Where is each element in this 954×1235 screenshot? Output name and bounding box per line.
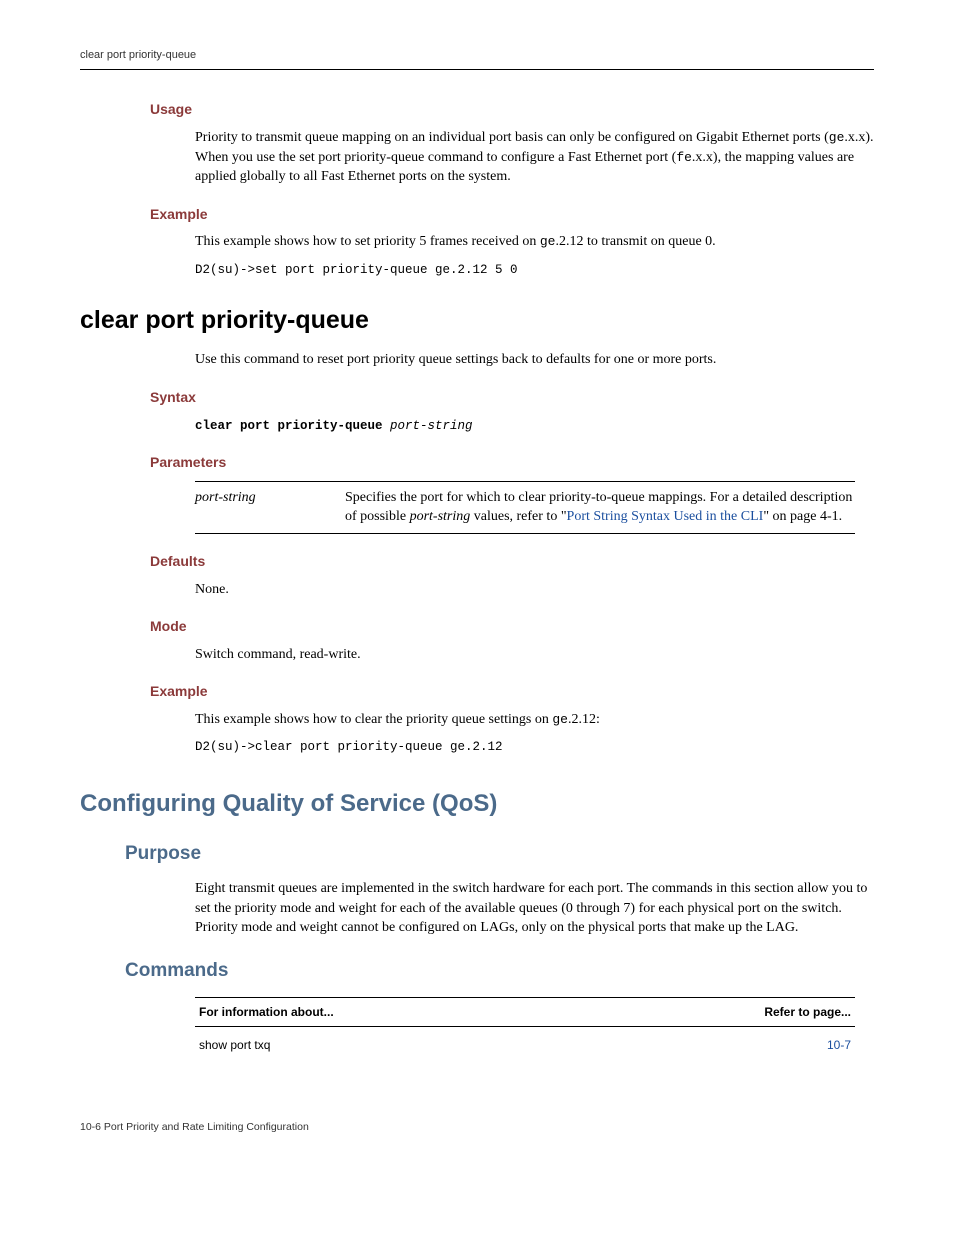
clear-intro: Use this command to reset port priority …	[195, 350, 874, 370]
table-row: show port txq 10-7	[195, 1027, 855, 1060]
param-desc-ital: port‑string	[410, 509, 471, 524]
example2-code: D2(su)->clear port priority-queue ge.2.1…	[195, 739, 874, 757]
usage-inline-ge: ge	[829, 130, 845, 145]
mode-heading: Mode	[150, 617, 874, 637]
syntax-heading: Syntax	[150, 388, 874, 408]
usage-text: Priority to transmit queue mapping on an…	[195, 130, 829, 145]
port-string-syntax-link[interactable]: Port String Syntax Used in the CLI	[567, 509, 764, 524]
example-paragraph: This example shows how to set priority 5…	[195, 232, 874, 252]
param-desc-text: " on page 4‑1.	[763, 509, 842, 524]
command-name: show port txq	[195, 1027, 592, 1060]
commands-heading: Commands	[125, 958, 874, 985]
parameters-heading: Parameters	[150, 453, 874, 473]
usage-paragraph: Priority to transmit queue mapping on an…	[195, 128, 874, 187]
parameter-description: Specifies the port for which to clear pr…	[345, 488, 855, 527]
usage-inline-fe: fe	[676, 150, 692, 165]
commands-th-page: Refer to page...	[592, 997, 855, 1027]
example2-inline-ge: ge	[552, 712, 568, 727]
example-heading: Example	[150, 205, 874, 225]
example2-text: .2.12:	[568, 712, 600, 727]
qos-title: Configuring Quality of Service (QoS)	[80, 787, 874, 821]
syntax-code: clear port priority-queue port-string	[195, 418, 874, 436]
defaults-text: None.	[195, 580, 874, 600]
defaults-heading: Defaults	[150, 552, 874, 572]
clear-port-priority-queue-title: clear port priority-queue	[80, 303, 874, 338]
syntax-bold: clear port priority-queue	[195, 419, 390, 433]
commands-header-row: For information about... Refer to page..…	[195, 997, 855, 1027]
usage-heading: Usage	[150, 100, 874, 120]
page-footer: 10-6 Port Priority and Rate Limiting Con…	[80, 1120, 874, 1135]
example2-text: This example shows how to clear the prio…	[195, 712, 552, 727]
parameters-table: port‑string Specifies the port for which…	[195, 481, 855, 534]
example-text: .2.12 to transmit on queue 0.	[555, 234, 715, 249]
example-code: D2(su)->set port priority-queue ge.2.12 …	[195, 262, 874, 280]
commands-table: For information about... Refer to page..…	[195, 997, 855, 1061]
example-inline-ge: ge	[540, 234, 556, 249]
mode-text: Switch command, read‑write.	[195, 645, 874, 665]
purpose-heading: Purpose	[125, 841, 874, 868]
parameter-row: port‑string Specifies the port for which…	[195, 488, 855, 527]
command-page-link[interactable]: 10-7	[592, 1027, 855, 1060]
example-text: This example shows how to set priority 5…	[195, 234, 540, 249]
param-desc-text: values, refer to "	[470, 509, 566, 524]
parameter-name: port‑string	[195, 488, 345, 527]
commands-th-info: For information about...	[195, 997, 592, 1027]
example2-heading: Example	[150, 682, 874, 702]
running-header: clear port priority-queue	[80, 48, 874, 70]
example2-paragraph: This example shows how to clear the prio…	[195, 710, 874, 730]
purpose-text: Eight transmit queues are implemented in…	[195, 879, 874, 938]
syntax-ital: port-string	[390, 419, 473, 433]
